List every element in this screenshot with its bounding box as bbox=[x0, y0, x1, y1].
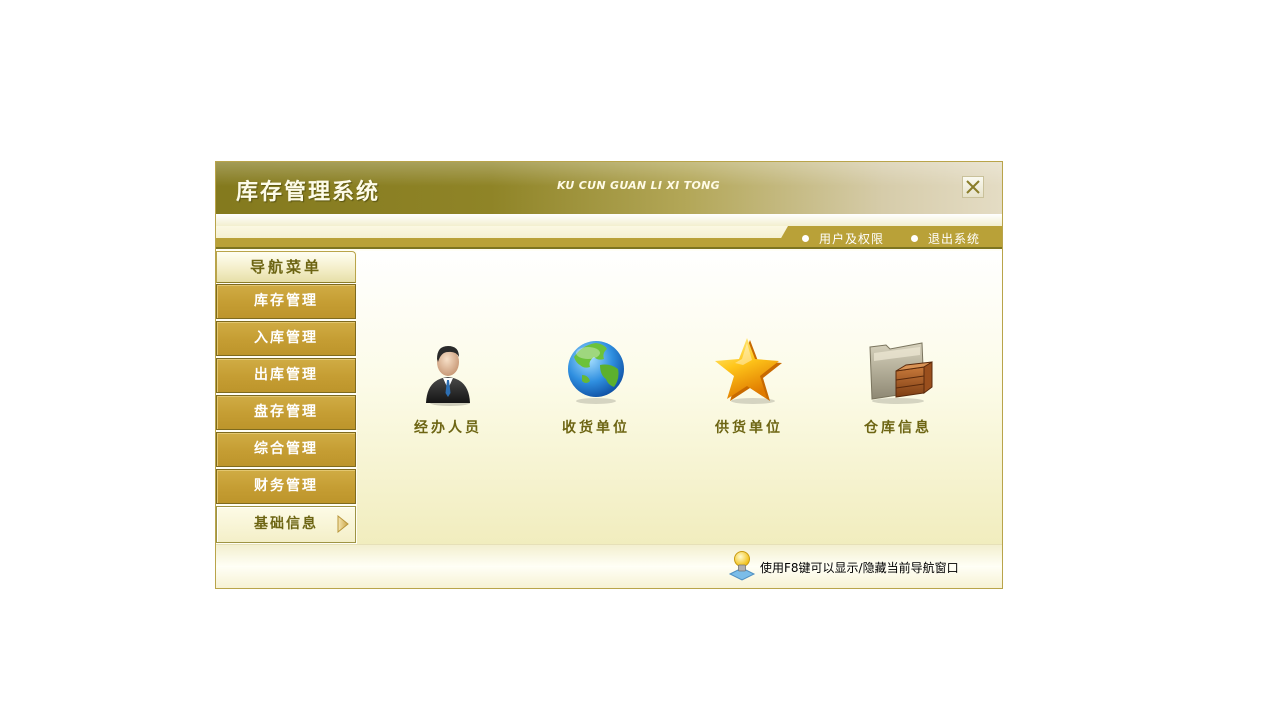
bullet-icon bbox=[802, 235, 809, 242]
star-icon bbox=[715, 338, 782, 404]
f8-hint-text: 使用F8键可以显示/隐藏当前导航窗口 bbox=[760, 561, 959, 575]
main-window: 库存管理系统 KU CUN GUAN LI XI TONG 用户及权限 退出系统… bbox=[215, 161, 1003, 589]
title-bar: 库存管理系统 KU CUN GUAN LI XI TONG bbox=[216, 162, 1002, 214]
sidebar-item-finance[interactable]: 财务管理 bbox=[216, 469, 356, 504]
sidebar-item-stock-in[interactable]: 入库管理 bbox=[216, 321, 356, 356]
footer-bar: 使用F8键可以显示/隐藏当前导航窗口 bbox=[216, 544, 1002, 588]
nav-sidebar: 导航菜单 库存管理 入库管理 出库管理 盘存管理 综合管理 财务管理 基础信息 bbox=[216, 251, 357, 544]
sidebar-item-label: 出库管理 bbox=[254, 367, 318, 383]
sidebar-item-inventory[interactable]: 库存管理 bbox=[216, 284, 356, 319]
sidebar-item-general[interactable]: 综合管理 bbox=[216, 432, 356, 467]
tile-supplier-units[interactable]: 供货单位 bbox=[694, 335, 804, 437]
sidebar-item-label: 盘存管理 bbox=[254, 404, 318, 420]
tile-label: 经办人员 bbox=[414, 420, 482, 436]
title-band bbox=[216, 214, 1002, 226]
main-content: 经办人员 收货单位 供货单位 仓库信息 bbox=[357, 251, 1002, 544]
businessman-icon bbox=[426, 346, 470, 406]
sidebar-item-label: 库存管理 bbox=[254, 293, 318, 309]
lightbulb-icon bbox=[728, 551, 756, 581]
tile-label: 收货单位 bbox=[562, 420, 630, 436]
close-button[interactable] bbox=[962, 176, 984, 198]
nav-menu-header: 导航菜单 bbox=[216, 251, 356, 283]
sidebar-item-basic-info[interactable]: 基础信息 bbox=[216, 506, 356, 543]
globe-icon bbox=[568, 341, 624, 404]
app-title: 库存管理系统 bbox=[236, 180, 381, 205]
chevron-right-icon bbox=[337, 515, 349, 533]
sidebar-item-label: 综合管理 bbox=[254, 441, 318, 457]
exit-system-link[interactable]: 退出系统 bbox=[911, 230, 980, 247]
exit-system-label: 退出系统 bbox=[928, 232, 981, 246]
tile-label: 供货单位 bbox=[715, 420, 783, 436]
sidebar-item-stocktake[interactable]: 盘存管理 bbox=[216, 395, 356, 430]
close-icon bbox=[966, 180, 980, 194]
user-permissions-label: 用户及权限 bbox=[819, 232, 885, 246]
link-bar: 用户及权限 退出系统 bbox=[216, 226, 1002, 249]
tile-warehouse-info[interactable]: 仓库信息 bbox=[843, 335, 953, 437]
tile-handlers[interactable]: 经办人员 bbox=[393, 335, 503, 437]
sidebar-item-stock-out[interactable]: 出库管理 bbox=[216, 358, 356, 393]
tile-receiving-units[interactable]: 收货单位 bbox=[541, 335, 651, 437]
sidebar-item-label: 财务管理 bbox=[254, 478, 318, 494]
tile-label: 仓库信息 bbox=[864, 420, 932, 436]
sidebar-item-label: 入库管理 bbox=[254, 330, 318, 346]
bullet-icon bbox=[911, 235, 918, 242]
sidebar-item-label: 基础信息 bbox=[254, 516, 318, 532]
user-permissions-link[interactable]: 用户及权限 bbox=[802, 230, 884, 247]
app-subtitle: KU CUN GUAN LI XI TONG bbox=[557, 179, 720, 192]
folder-box-icon bbox=[869, 342, 933, 404]
